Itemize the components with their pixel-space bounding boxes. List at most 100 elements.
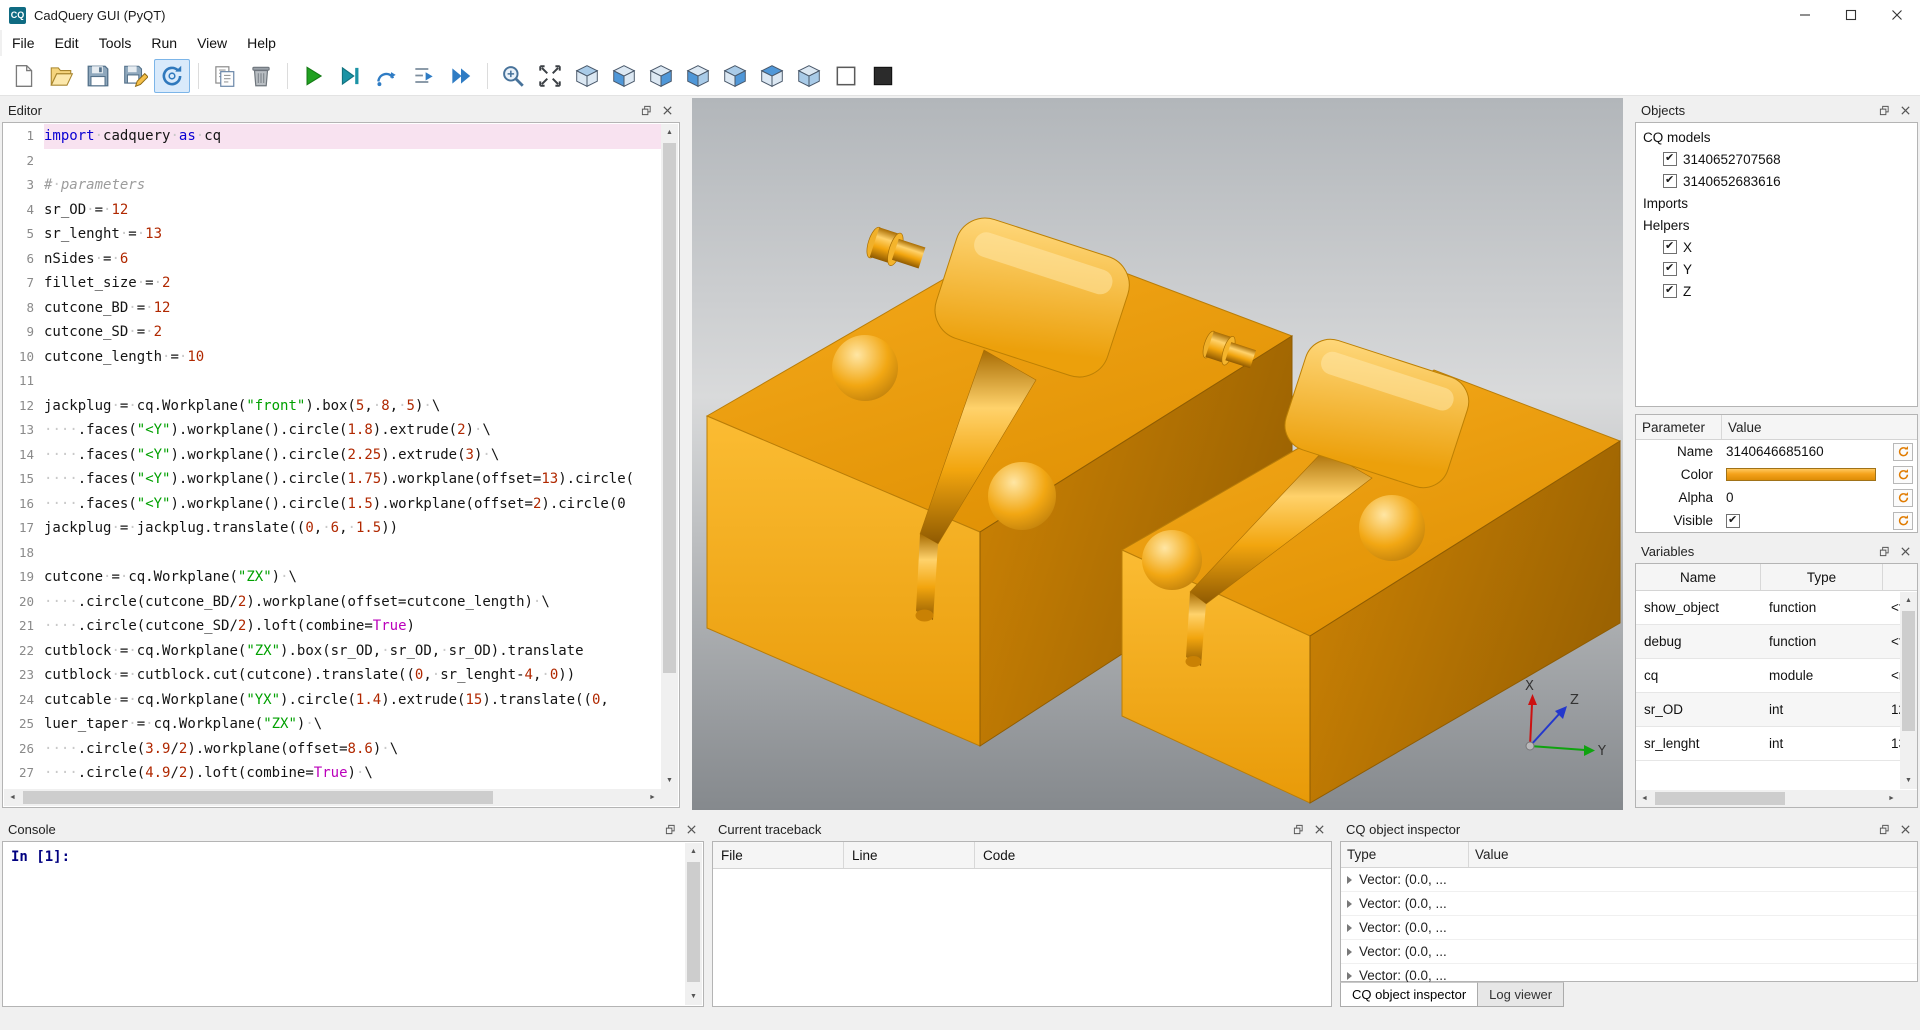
variable-row[interactable]: sr_ODint12: [1636, 693, 1917, 727]
float-panel-button[interactable]: [1876, 102, 1892, 118]
code-line[interactable]: 2: [4, 149, 661, 174]
tree-item[interactable]: Imports: [1636, 192, 1917, 214]
variables-vertical-scrollbar[interactable]: ▲▼: [1900, 592, 1917, 789]
view-bottom-button[interactable]: [791, 59, 827, 93]
menu-file[interactable]: File: [2, 30, 45, 56]
tab-cq-object-inspector[interactable]: CQ object inspector: [1340, 982, 1478, 1007]
step-button[interactable]: [369, 59, 405, 93]
code-line[interactable]: 1import·cadquery·as·cq: [4, 124, 661, 149]
tree-item[interactable]: Y: [1636, 258, 1917, 280]
maximize-button[interactable]: [1828, 0, 1874, 30]
checkbox[interactable]: [1663, 284, 1677, 298]
scrollbar-thumb[interactable]: [1902, 611, 1915, 731]
menu-run[interactable]: Run: [141, 30, 187, 56]
checkbox[interactable]: [1663, 240, 1677, 254]
close-panel-button[interactable]: [659, 102, 675, 118]
tab-log-viewer[interactable]: Log viewer: [1477, 982, 1564, 1007]
property-value[interactable]: 3140646685160: [1722, 444, 1893, 459]
tree-item[interactable]: CQ models: [1636, 126, 1917, 148]
code-line[interactable]: 5sr_lenght·=·13: [4, 222, 661, 247]
shaded-button[interactable]: [865, 59, 901, 93]
code-line[interactable]: 16····.faces("<Y").workplane().circle(1.…: [4, 492, 661, 517]
code-line[interactable]: 10cutcone_length·=·10: [4, 345, 661, 370]
close-panel-button[interactable]: [1311, 821, 1327, 837]
variable-row[interactable]: cqmodule<m: [1636, 659, 1917, 693]
reset-button[interactable]: [1893, 489, 1913, 507]
expand-arrow-icon[interactable]: [1347, 876, 1352, 884]
new-document-button[interactable]: [6, 59, 42, 93]
float-panel-button[interactable]: [1876, 543, 1892, 559]
scrollbar-thumb[interactable]: [687, 862, 700, 982]
code-area[interactable]: 1import·cadquery·as·cq23#·parameters4sr_…: [4, 124, 661, 789]
fit-zoom-button[interactable]: [495, 59, 531, 93]
expand-arrow-icon[interactable]: [1347, 924, 1352, 932]
step-in-button[interactable]: [406, 59, 442, 93]
code-line[interactable]: 13····.faces("<Y").workplane().circle(1.…: [4, 418, 661, 443]
save-button[interactable]: [80, 59, 116, 93]
code-line[interactable]: 24cutcable·=·cq.Workplane("YX").circle(1…: [4, 688, 661, 713]
code-line[interactable]: 22cutblock·=·cq.Workplane("ZX").box(sr_O…: [4, 639, 661, 664]
property-value[interactable]: [1722, 468, 1893, 481]
code-line[interactable]: 17jackplug·=·jackplug.translate((0,·6,·1…: [4, 516, 661, 541]
render-button[interactable]: [295, 59, 331, 93]
viewport-3d[interactable]: X Z Y: [692, 98, 1623, 810]
copy-to-clipboard-button[interactable]: [206, 59, 242, 93]
view-right-button[interactable]: [717, 59, 753, 93]
reset-button[interactable]: [1893, 512, 1913, 530]
close-button[interactable]: [1874, 0, 1920, 30]
code-line[interactable]: 6nSides·=·6: [4, 247, 661, 272]
scrollbar-thumb[interactable]: [663, 143, 676, 673]
view-iso-button[interactable]: [569, 59, 605, 93]
menu-view[interactable]: View: [187, 30, 237, 56]
float-panel-button[interactable]: [662, 821, 678, 837]
reset-button[interactable]: [1893, 466, 1913, 484]
wireframe-button[interactable]: [828, 59, 864, 93]
tree-item[interactable]: 3140652683616: [1636, 170, 1917, 192]
console-body[interactable]: In [1]: ▲▼: [2, 841, 704, 1007]
scrollbar-thumb[interactable]: [1655, 792, 1785, 805]
scrollbar-thumb[interactable]: [23, 791, 493, 804]
tree-item[interactable]: Helpers: [1636, 214, 1917, 236]
float-panel-button[interactable]: [638, 102, 654, 118]
checkbox[interactable]: [1726, 514, 1740, 528]
editor-vertical-scrollbar[interactable]: ▲▼: [661, 124, 678, 789]
fit-all-button[interactable]: [532, 59, 568, 93]
expand-arrow-icon[interactable]: [1347, 948, 1352, 956]
variable-row[interactable]: debugfunction<f: [1636, 625, 1917, 659]
editor-horizontal-scrollbar[interactable]: ◄►: [4, 789, 661, 806]
code-line[interactable]: 3#·parameters: [4, 173, 661, 198]
code-line[interactable]: 21····.circle(cutcone_SD/2).loft(combine…: [4, 614, 661, 639]
code-line[interactable]: 14····.faces("<Y").workplane().circle(2.…: [4, 443, 661, 468]
variables-horizontal-scrollbar[interactable]: ◄►: [1636, 790, 1900, 807]
property-value[interactable]: 0: [1722, 490, 1893, 505]
inspector-row[interactable]: Vector: (0.0, ...: [1341, 916, 1917, 940]
delete-button[interactable]: [243, 59, 279, 93]
code-line[interactable]: 8cutcone_BD·=·12: [4, 296, 661, 321]
open-file-button[interactable]: [43, 59, 79, 93]
continue-button[interactable]: [443, 59, 479, 93]
code-line[interactable]: 20····.circle(cutcone_BD/2).workplane(of…: [4, 590, 661, 615]
view-left-button[interactable]: [680, 59, 716, 93]
code-line[interactable]: 27····.circle(4.9/2).loft(combine=True)·…: [4, 761, 661, 786]
variable-row[interactable]: sr_lenghtint13: [1636, 727, 1917, 761]
console-vertical-scrollbar[interactable]: ▲▼: [685, 843, 702, 1005]
save-as-button[interactable]: [117, 59, 153, 93]
inspector-row[interactable]: Vector: (0.0, ...: [1341, 892, 1917, 916]
reset-button[interactable]: [1893, 443, 1913, 461]
minimize-button[interactable]: [1782, 0, 1828, 30]
menu-edit[interactable]: Edit: [45, 30, 89, 56]
code-line[interactable]: 19cutcone·=·cq.Workplane("ZX")·\: [4, 565, 661, 590]
expand-arrow-icon[interactable]: [1347, 900, 1352, 908]
close-panel-button[interactable]: [1897, 102, 1913, 118]
view-back-button[interactable]: [643, 59, 679, 93]
inspector-row[interactable]: Vector: (0.0, ...: [1341, 868, 1917, 892]
tree-item[interactable]: Z: [1636, 280, 1917, 302]
close-panel-button[interactable]: [1897, 543, 1913, 559]
code-line[interactable]: 12jackplug·=·cq.Workplane("front").box(5…: [4, 394, 661, 419]
code-line[interactable]: 26····.circle(3.9/2).workplane(offset=8.…: [4, 737, 661, 762]
expand-arrow-icon[interactable]: [1347, 972, 1352, 980]
code-line[interactable]: 9cutcone_SD·=·2: [4, 320, 661, 345]
code-line[interactable]: 18: [4, 541, 661, 566]
property-value[interactable]: [1722, 514, 1893, 528]
autoreload-button[interactable]: [154, 59, 190, 93]
